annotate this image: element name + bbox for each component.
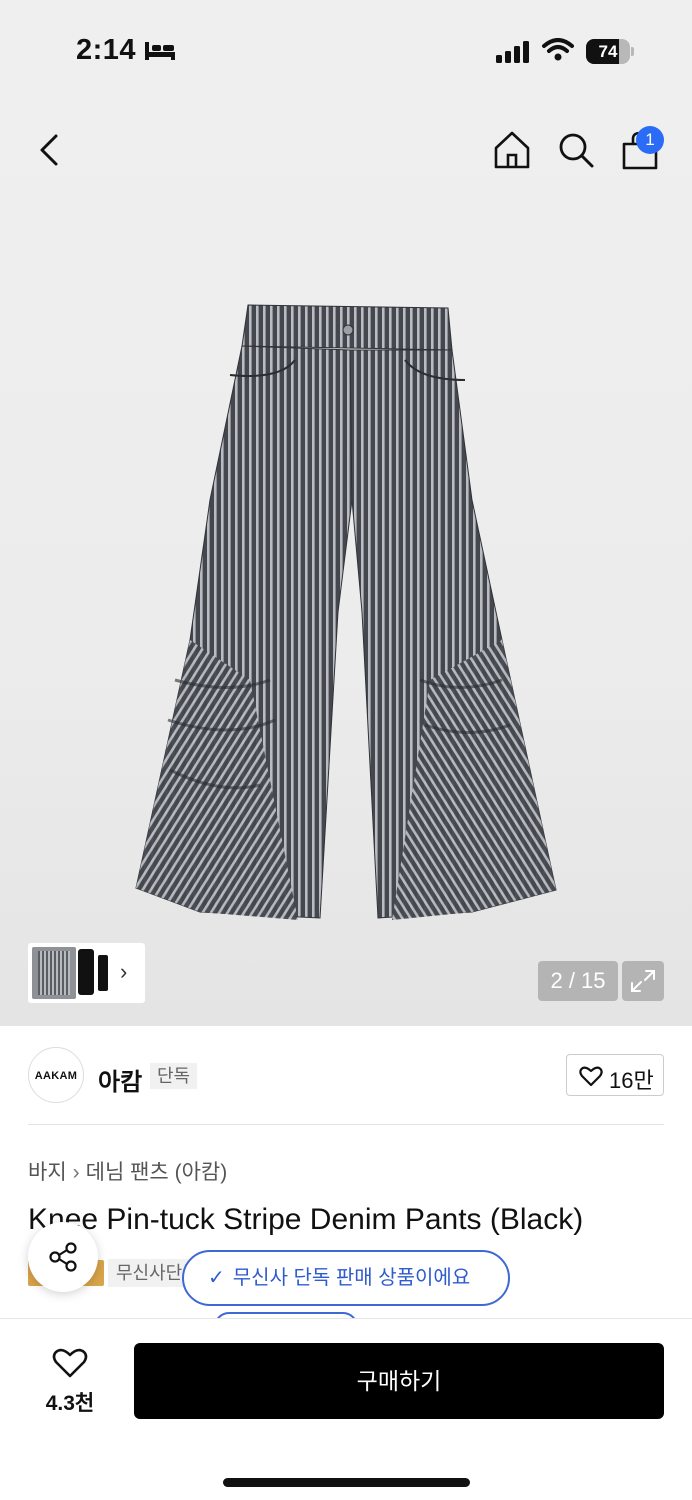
heart-icon xyxy=(52,1348,88,1378)
brand-like-count: 16만 xyxy=(609,1068,654,1093)
breadcrumb-item[interactable]: 바지 xyxy=(28,1161,67,1184)
battery-percent: 74 xyxy=(598,42,618,61)
status-bar: 2:14 74 xyxy=(0,0,692,100)
share-icon xyxy=(49,1242,77,1272)
thumbnail-image[interactable] xyxy=(98,955,108,991)
product-title: Knee Pin-tuck Stripe Denim Pants (Black) xyxy=(28,1203,584,1236)
product-photo xyxy=(135,304,557,920)
thumbnail-strip[interactable]: › xyxy=(28,943,145,1003)
check-icon: ✓ xyxy=(208,1267,225,1289)
sleep-focus-icon xyxy=(145,42,175,60)
exclusive-tag: 단독 xyxy=(150,1063,198,1089)
home-icon[interactable] xyxy=(492,128,532,172)
buy-button[interactable]: 구매하기 xyxy=(134,1343,664,1419)
cart-count-badge: 1 xyxy=(636,126,664,154)
thumbnail-image[interactable] xyxy=(32,947,76,999)
share-button[interactable] xyxy=(28,1222,98,1292)
wishlist-button[interactable]: 4.3천 xyxy=(30,1345,110,1421)
breadcrumb-item[interactable]: 데님 팬츠 (아캄) xyxy=(86,1161,228,1184)
home-indicator[interactable] xyxy=(223,1478,470,1487)
exclusive-badge: 무신사단독 xyxy=(108,1259,194,1287)
expand-icon[interactable] xyxy=(622,961,664,1001)
status-time: 2:14 xyxy=(76,34,137,66)
brand-like-button[interactable]: 16만 xyxy=(566,1054,664,1096)
brand-name[interactable]: 아캄 xyxy=(98,1062,142,1097)
back-chevron-icon[interactable] xyxy=(30,128,70,172)
cellular-signal-icon xyxy=(496,41,529,63)
product-gallery[interactable]: 1 › 2 / 15 xyxy=(0,100,692,1026)
chevron-right-icon: › xyxy=(72,1161,80,1184)
breadcrumb: 바지 › 데님 팬츠 (아캄) xyxy=(28,1156,227,1186)
wishlist-count: 4.3천 xyxy=(45,1392,95,1415)
brand-row: AAKAM 아캄 단독 16만 xyxy=(0,1026,692,1126)
battery-icon: 74 xyxy=(586,39,630,64)
exclusive-toast: ✓ 무신사 단독 판매 상품이에요 xyxy=(182,1250,510,1306)
thumbnail-image[interactable] xyxy=(78,949,94,995)
brand-logo[interactable]: AAKAM xyxy=(28,1047,84,1103)
chevron-right-icon[interactable]: › xyxy=(120,959,127,985)
bottom-action-bar: 4.3천 구매하기 xyxy=(0,1318,692,1500)
wifi-icon xyxy=(542,38,574,61)
image-page-counter: 2 / 15 xyxy=(538,961,618,1001)
battery-nub xyxy=(631,47,634,56)
search-icon[interactable] xyxy=(556,128,596,172)
divider xyxy=(28,1124,664,1125)
heart-icon xyxy=(579,1066,603,1087)
toast-text: 무신사 단독 판매 상품이에요 xyxy=(232,1267,471,1289)
